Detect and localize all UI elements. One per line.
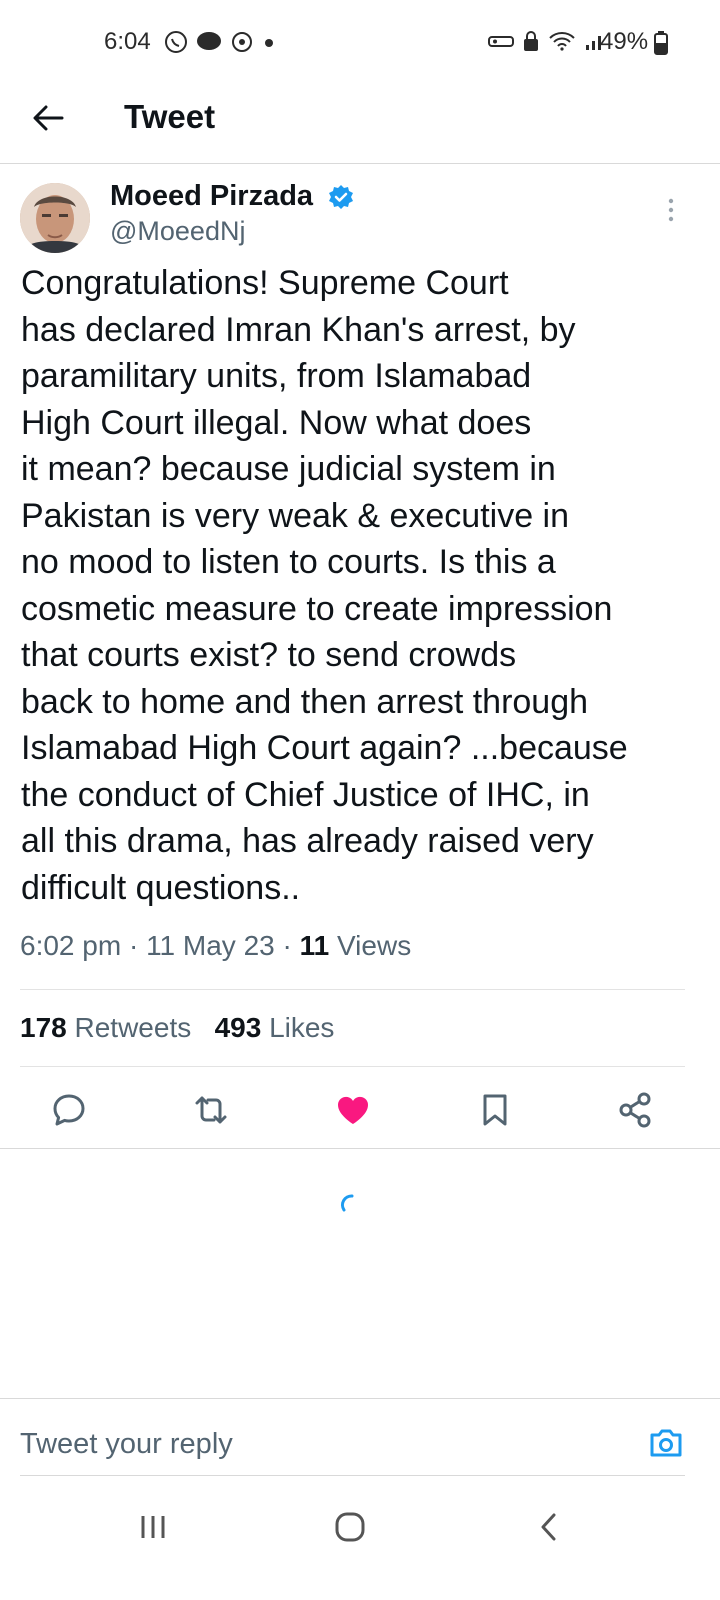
views-label: Views [337, 930, 412, 961]
divider [20, 989, 685, 990]
wifi-icon [549, 32, 575, 51]
camera-icon [650, 1429, 682, 1457]
status-icons-left [164, 30, 276, 54]
app-header [0, 86, 720, 164]
tweet-time: 6:02 pm [20, 930, 122, 961]
whatsapp-icon [165, 31, 187, 53]
more-vertical-icon [668, 198, 674, 222]
views-count: 11 [299, 930, 330, 961]
like-button[interactable] [333, 1090, 373, 1130]
status-bar: 6:04 49% [0, 0, 720, 86]
divider [20, 1475, 685, 1476]
tweet-date: 11 May 23 [146, 930, 275, 961]
key-icon [488, 36, 514, 47]
tweet-text: Congratulations! Supreme Court has decla… [21, 264, 628, 907]
bookmark-icon [483, 1094, 507, 1126]
share-button[interactable] [615, 1090, 655, 1130]
likes-count: 493 [214, 1012, 262, 1043]
divider [0, 1148, 720, 1149]
likes-label: Likes [269, 1012, 335, 1043]
retweets-stat[interactable]: 178 Retweets [20, 1012, 191, 1043]
retweets-label: Retweets [74, 1012, 192, 1043]
reply-icon [53, 1094, 85, 1126]
retweet-icon [195, 1096, 227, 1124]
like-icon [337, 1096, 369, 1124]
avatar[interactable] [20, 183, 90, 253]
more-options-button[interactable] [660, 196, 682, 226]
battery-icon [654, 31, 668, 55]
author-handle[interactable]: @MoeedNj [110, 216, 245, 247]
author-name[interactable]: Moeed Pirzada [110, 180, 313, 213]
dot-icon [265, 39, 273, 47]
likes-stat[interactable]: 493 Likes [215, 1012, 335, 1043]
back-nav-icon[interactable] [534, 1510, 564, 1544]
tweet-stats: 178 Retweets 493 Likes [20, 1012, 334, 1044]
status-icons-right [488, 30, 606, 52]
share-icon [619, 1092, 651, 1128]
page-title: Tweet [124, 98, 216, 135]
verified-badge-icon [329, 185, 353, 209]
home-icon[interactable] [333, 1510, 367, 1544]
bookmark-button[interactable] [475, 1090, 515, 1130]
recent-apps-icon[interactable] [138, 1512, 168, 1542]
chat-bubble-icon [197, 32, 221, 50]
sync-icon [232, 32, 252, 52]
lock-icon [524, 31, 538, 51]
retweets-count: 178 [20, 1012, 67, 1043]
status-time: 6:04 [104, 28, 151, 55]
camera-button[interactable] [648, 1426, 684, 1460]
tweet-meta: 6:02 pm · 11 May 23 · 11 Views [20, 930, 412, 961]
back-button[interactable] [28, 98, 72, 138]
system-nav-bar [0, 1490, 720, 1600]
divider [20, 1066, 685, 1067]
reply-input[interactable]: Tweet your reply [20, 1428, 233, 1461]
avatar-image [20, 183, 90, 253]
retweet-button[interactable] [191, 1090, 231, 1130]
loading-spinner-icon [340, 1194, 354, 1212]
arrow-left-icon [33, 105, 64, 131]
reply-button[interactable] [49, 1090, 89, 1130]
battery-level: 49% [600, 28, 649, 55]
